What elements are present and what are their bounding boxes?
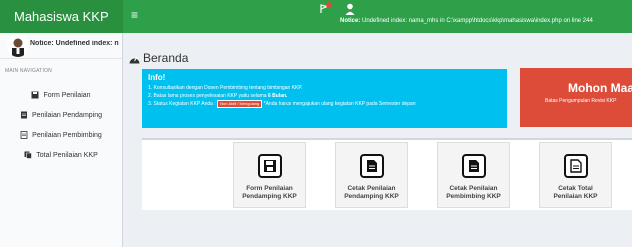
info-line-2: 2. Batas lama proses penyelesaian KKP ya… (148, 93, 501, 101)
tile-label-line-1: Cetak Penilaian (449, 185, 498, 192)
tile-label-line-2: Penilaian KKP (553, 193, 598, 200)
tile-label: Cetak Total Penilaian KKP (540, 185, 611, 201)
sidebar-item-penilaian-pembimbing[interactable]: Penilaian Pembimbing (0, 125, 122, 145)
tile-form-penilaian-pendamping[interactable]: Form Penilaian Pendamping KKP (233, 142, 306, 208)
alert-title: Mohon Maa (568, 81, 632, 95)
tile-label-line-2: Pendamping KKP (344, 193, 399, 200)
status-badge: Non Aktif / Mengulang (217, 100, 263, 108)
php-notice-header: Notice: Undefined index: nama_mhs in C:\… (340, 16, 625, 26)
sidebar-item-form-penilaian[interactable]: Form Penilaian (0, 85, 122, 105)
copy-icon (24, 151, 33, 159)
app-brand[interactable]: Mahasiswa KKP (0, 0, 123, 33)
notice-text: Undefined index: nama_mhs in C:\xampp\ht… (360, 18, 593, 24)
tile-cetak-penilaian-pendamping[interactable]: Cetak Penilaian Pendamping KKP (335, 142, 408, 208)
sidebar-item-label: Penilaian Pendamping (31, 111, 103, 119)
tile-label-line-1: Cetak Penilaian (347, 185, 396, 192)
tile-label: Form Penilaian Pendamping KKP (234, 185, 305, 201)
hamburger-icon[interactable]: ≡ (131, 8, 138, 22)
info-line-3: 3. Status Kegiatan KKP Anda : Non Aktif … (148, 100, 501, 109)
document-outline-icon (20, 131, 28, 139)
user-icon[interactable] (345, 3, 355, 15)
sidebar-item-label: Total Penilaian KKP (36, 151, 98, 159)
sidebar-item-label: Penilaian Pembimbing (32, 131, 102, 139)
tile-label-line-1: Form Penilaian (246, 185, 293, 192)
top-navbar: Mahasiswa KKP ≡ Notice: Undefined index:… (0, 0, 632, 33)
avatar (7, 35, 29, 57)
tile-label-line-1: Cetak Total (558, 185, 593, 192)
user-panel: Notice: Undefined index: n (0, 33, 122, 59)
notice-prefix: Notice: (340, 18, 361, 24)
page-title-text: Beranda (143, 51, 189, 65)
save-icon (258, 154, 282, 178)
nav-header: MAIN NAVIGATION (5, 68, 52, 74)
tile-label: Cetak Penilaian Pendamping KKP (336, 185, 407, 201)
tile-label-line-2: Pendamping KKP (242, 193, 297, 200)
info-line-3-text: 3. Status Kegiatan KKP Anda : (148, 101, 218, 107)
tile-cetak-total-penilaian[interactable]: Cetak Total Penilaian KKP (539, 142, 612, 208)
save-icon (31, 91, 39, 99)
sidebar-user-notice: Notice: Undefined index: n (30, 40, 119, 47)
info-callout: Info! 1. Konsultasikan dengan Dosen Pemb… (142, 69, 507, 128)
info-line-3-note: *Anda harus mengajukan ulang kegiatan KK… (262, 101, 416, 107)
file-outline-icon (564, 154, 588, 178)
sidebar-item-penilaian-pendamping[interactable]: Penilaian Pendamping (0, 105, 122, 125)
tile-label: Cetak Penilaian Pembimbing KKP (438, 185, 509, 201)
sidebar-item-label: Form Penilaian (43, 91, 91, 99)
file-icon (360, 154, 384, 178)
dashboard-icon (129, 56, 140, 63)
deadline-alert: Mohon Maa Batas Pengumpulan Revisi KKP (520, 68, 632, 127)
sidebar-item-total-penilaian[interactable]: Total Penilaian KKP (0, 145, 122, 165)
document-icon (20, 111, 27, 119)
sidebar: Notice: Undefined index: n MAIN NAVIGATI… (0, 33, 123, 247)
file-icon (462, 154, 486, 178)
info-title: Info! (148, 73, 166, 82)
info-line-1: 1. Konsultasikan dengan Dosen Pembimbing… (148, 85, 303, 91)
info-line-2-text: 2. Batas lama proses penyelesaian KKP ya… (148, 92, 268, 99)
tile-cetak-penilaian-pembimbing[interactable]: Cetak Penilaian Pembimbing KKP (437, 142, 510, 208)
notification-badge (326, 2, 332, 8)
alert-subtitle: Batas Pengumpulan Revisi KKP (545, 98, 617, 104)
tile-label-line-2: Pembimbing KKP (446, 193, 501, 200)
page-title: Beranda (129, 51, 188, 65)
info-line-2-duration: 6 Bulan. (267, 92, 288, 99)
